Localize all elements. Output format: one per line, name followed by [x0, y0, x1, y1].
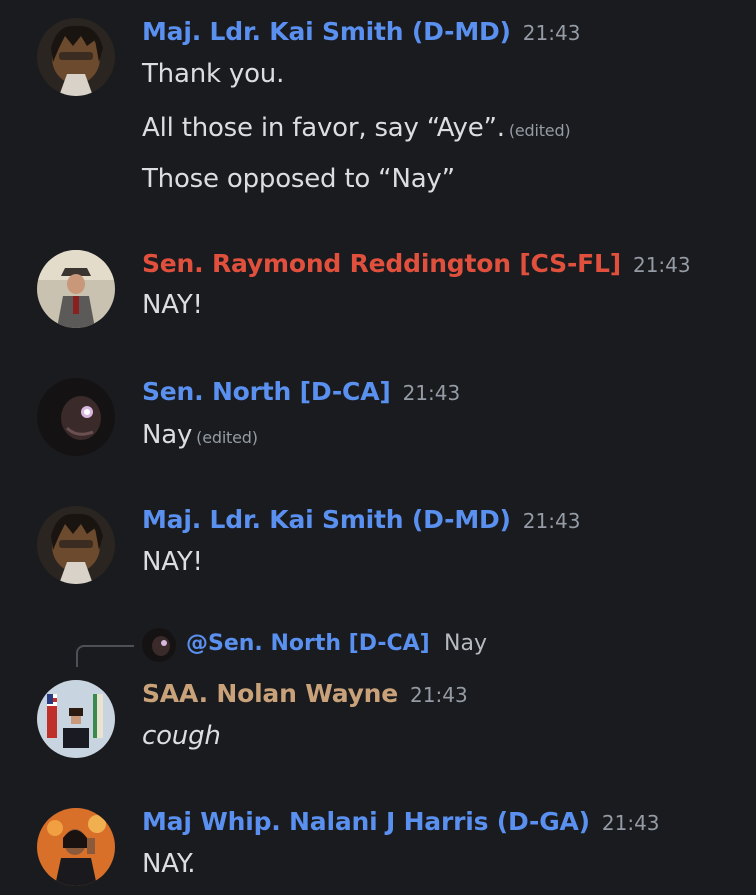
reply-preview-text[interactable]: Nay	[444, 631, 487, 656]
avatar[interactable]	[37, 18, 115, 96]
username[interactable]: Maj. Ldr. Kai Smith (D-MD)	[142, 17, 511, 46]
reply-avatar[interactable]	[142, 628, 176, 662]
avatar[interactable]	[37, 808, 115, 886]
message-line: All those in favor, say “Aye”. (edited)	[142, 113, 571, 143]
avatar-image-icon	[37, 506, 115, 584]
timestamp: 21:43	[522, 509, 581, 533]
avatar[interactable]	[37, 680, 115, 758]
username[interactable]: SAA. Nolan Wayne	[142, 679, 398, 708]
timestamp: 21:43	[410, 683, 468, 707]
message-text: All those in favor, say “Aye”.	[142, 113, 505, 143]
username[interactable]: Maj. Ldr. Kai Smith (D-MD)	[142, 505, 511, 534]
timestamp: 21:43	[632, 253, 691, 277]
avatar-image-icon	[142, 628, 176, 662]
avatar-image-icon	[37, 250, 115, 328]
avatar[interactable]	[37, 250, 115, 328]
avatar[interactable]	[37, 378, 115, 456]
reply-spine	[76, 645, 134, 667]
timestamp: 21:43	[402, 381, 461, 405]
message-text: Nay	[142, 420, 193, 450]
edited-label: (edited)	[196, 428, 258, 447]
message-line: Nay (edited)	[142, 420, 258, 450]
message-text: NAY.	[142, 849, 196, 879]
message-text: Those opposed to “Nay”	[142, 164, 455, 194]
avatar-image-icon	[37, 680, 115, 758]
message-text: cough	[142, 721, 221, 751]
username[interactable]: Maj Whip. Nalani J Harris (D-GA)	[142, 807, 590, 836]
message-text: NAY!	[142, 547, 203, 577]
username[interactable]: Sen. Raymond Reddington [CS-FL]	[142, 249, 621, 278]
avatar-image-icon	[37, 378, 115, 456]
username[interactable]: Sen. North [D-CA]	[142, 377, 391, 406]
avatar[interactable]	[37, 506, 115, 584]
edited-label: (edited)	[508, 121, 571, 140]
avatar-image-icon	[37, 808, 115, 886]
reply-mention[interactable]: @Sen. North [D-CA]	[186, 631, 430, 656]
avatar-image-icon	[37, 18, 115, 96]
timestamp: 21:43	[522, 21, 581, 45]
message-text: NAY!	[142, 290, 203, 320]
timestamp: 21:43	[601, 811, 660, 835]
message-text: Thank you.	[142, 59, 285, 89]
